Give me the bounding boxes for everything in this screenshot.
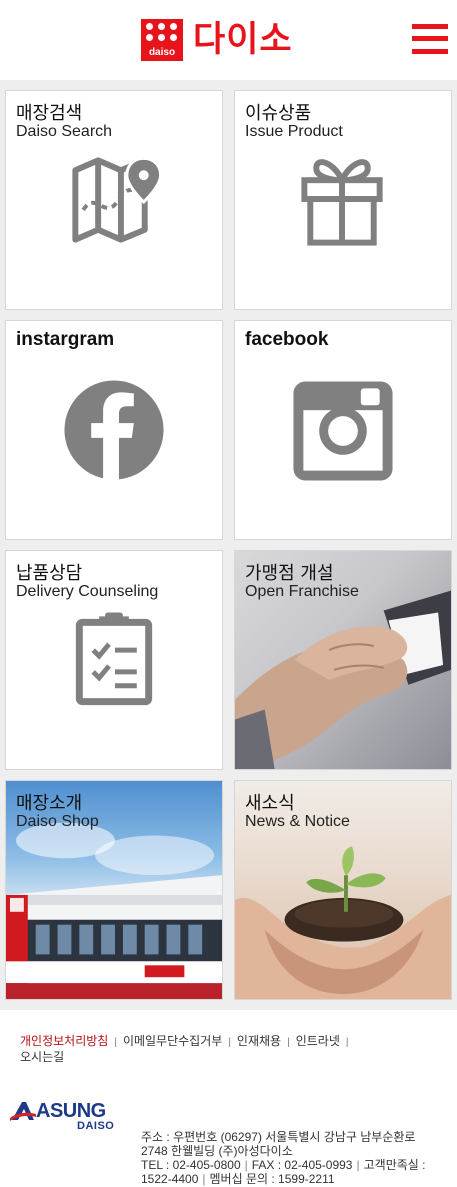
membership-inquiry: 멤버십 문의 : 1599-2211 bbox=[209, 1172, 335, 1186]
logo-mark-word: daiso bbox=[148, 47, 176, 58]
tile-store-search[interactable]: 매장검색 Daiso Search bbox=[5, 90, 223, 310]
tile-subtitle: Delivery Counseling bbox=[16, 583, 159, 600]
intranet-link[interactable]: 인트라넷 bbox=[296, 1034, 340, 1048]
info-separator: | bbox=[244, 1158, 248, 1172]
tile-title: 새소식 bbox=[245, 793, 295, 814]
tile-subtitle: News & Notice bbox=[245, 813, 350, 830]
customer-tel: 1522-4400 bbox=[141, 1172, 199, 1186]
daiso-logo-mark-icon: daiso bbox=[141, 19, 183, 61]
tile-facebook[interactable]: facebook bbox=[234, 320, 452, 540]
tile-delivery-counseling[interactable]: 납품상담 Delivery Counseling bbox=[5, 550, 223, 770]
menu-grid: 매장검색 Daiso Search 이슈상품 Issue Product ins… bbox=[0, 80, 457, 1010]
header: daiso 다이소 bbox=[0, 0, 457, 80]
careers-link[interactable]: 인재채용 bbox=[237, 1034, 281, 1048]
tile-subtitle: Daiso Shop bbox=[16, 813, 99, 830]
tile-title: 이슈상품 bbox=[245, 103, 312, 124]
link-separator: | bbox=[228, 1037, 231, 1048]
tile-daiso-shop[interactable]: 매장소개 Daiso Shop bbox=[5, 780, 223, 1000]
asung-mark-icon bbox=[10, 1102, 36, 1121]
footer-links: 개인정보처리방침 | 이메일무단수집거부 | 인재채용 | 인트라넷 | 오시는길 bbox=[20, 1034, 440, 1064]
tile-title: 매장소개 bbox=[16, 793, 83, 814]
customer-label: 고객만족실 : bbox=[363, 1158, 426, 1172]
tile-open-franchise[interactable]: 가맹점 개설 Open Franchise bbox=[234, 550, 452, 770]
daiso-logo[interactable]: daiso 다이소 bbox=[141, 19, 293, 61]
info-separator: | bbox=[202, 1172, 206, 1186]
tile-subtitle: Daiso Search bbox=[16, 123, 113, 140]
tel-number: TEL : 02-405-0800 bbox=[141, 1158, 241, 1172]
facebook-icon bbox=[64, 380, 164, 480]
company-sub: DAISO bbox=[77, 1120, 115, 1132]
instagram-icon bbox=[293, 381, 393, 481]
directions-link[interactable]: 오시는길 bbox=[20, 1050, 64, 1064]
privacy-policy-link[interactable]: 개인정보처리방침 bbox=[20, 1034, 108, 1048]
tile-issue-product[interactable]: 이슈상품 Issue Product bbox=[234, 90, 452, 310]
fax-number: FAX : 02-405-0993 bbox=[251, 1158, 353, 1172]
tile-title: 납품상담 bbox=[16, 563, 83, 584]
tile-title: facebook bbox=[245, 329, 329, 350]
tile-title: 가맹점 개설 bbox=[245, 563, 334, 584]
company-address: 주소 : 우편번호 (06297) 서울특별시 강남구 남부순환로 2748 한… bbox=[141, 1130, 451, 1186]
tile-news-notice[interactable]: 새소식 News & Notice bbox=[234, 780, 452, 1000]
tile-subtitle: Open Franchise bbox=[245, 583, 359, 600]
logo-text: 다이소 bbox=[193, 20, 293, 60]
link-separator: | bbox=[114, 1037, 117, 1048]
email-refusal-link[interactable]: 이메일무단수집거부 bbox=[123, 1034, 222, 1048]
address-line-1: 주소 : 우편번호 (06297) 서울특별시 강남구 남부순환로 bbox=[141, 1130, 416, 1144]
tile-title: 매장검색 bbox=[16, 103, 83, 124]
tile-title: instargram bbox=[16, 329, 115, 350]
address-line-2: 2748 한웰빌딩 (주)아성다이소 bbox=[141, 1144, 293, 1158]
tile-subtitle: Issue Product bbox=[245, 123, 343, 140]
tile-instagram[interactable]: instargram bbox=[5, 320, 223, 540]
link-separator: | bbox=[345, 1037, 349, 1048]
info-separator: | bbox=[356, 1158, 360, 1172]
hamburger-menu-icon[interactable] bbox=[412, 24, 448, 54]
link-separator: | bbox=[287, 1037, 290, 1048]
